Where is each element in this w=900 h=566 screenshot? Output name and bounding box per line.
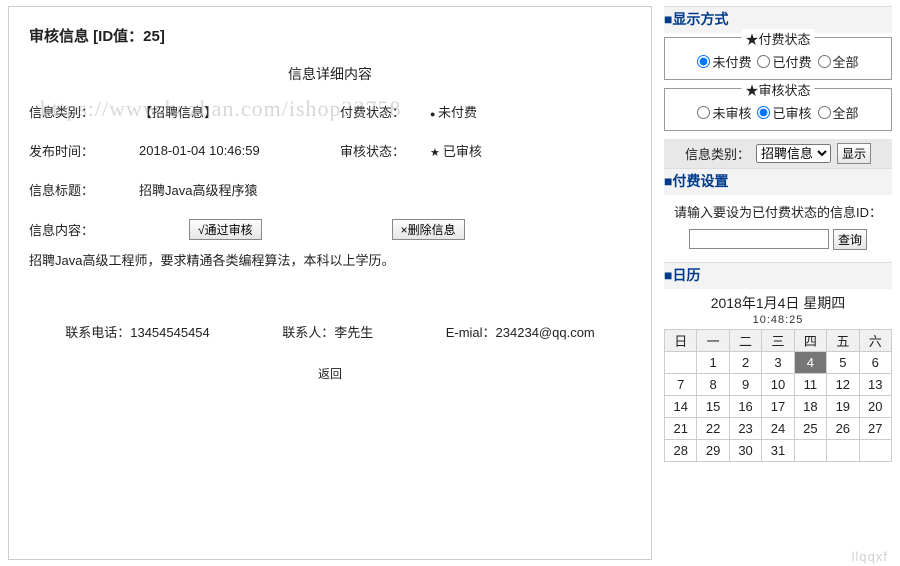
- value-paystatus: 未付费: [430, 102, 631, 121]
- label-paystatus: 付费状态：: [340, 102, 430, 121]
- label-content: 信息内容：: [29, 220, 139, 239]
- calendar-day[interactable]: 3: [762, 351, 794, 373]
- label-category: 信息类别：: [29, 102, 139, 121]
- weekday-header: 二: [729, 329, 761, 351]
- calendar-day[interactable]: [665, 351, 697, 373]
- calendar-day[interactable]: 29: [697, 439, 729, 461]
- calendar-day[interactable]: 9: [729, 373, 761, 395]
- calendar-day[interactable]: 23: [729, 417, 761, 439]
- calendar-day[interactable]: 22: [697, 417, 729, 439]
- pay-status-fieldset: ★付费状态 未付费 已付费 全部: [664, 37, 892, 80]
- contact-row: 联系电话：13454545454 联系人：李先生 E-mial：234234@q…: [29, 322, 631, 341]
- calendar-day[interactable]: 13: [859, 373, 891, 395]
- calendar-day[interactable]: 18: [794, 395, 826, 417]
- calendar-day[interactable]: 7: [665, 373, 697, 395]
- calendar-day[interactable]: 17: [762, 395, 794, 417]
- calendar-day[interactable]: 26: [827, 417, 859, 439]
- contact-person: 联系人：李先生: [282, 322, 373, 341]
- radio-audit-all[interactable]: 全部: [818, 103, 859, 122]
- radio-paid[interactable]: 已付费: [757, 52, 811, 71]
- calendar-time: 10:48:25: [664, 314, 892, 326]
- info-grid: 信息类别： 【招聘信息】 付费状态： 未付费 发布时间： 2018-01-04 …: [29, 102, 631, 240]
- radio-pay-all[interactable]: 全部: [818, 52, 859, 71]
- calendar-day[interactable]: 15: [697, 395, 729, 417]
- calendar-day[interactable]: 12: [827, 373, 859, 395]
- radio-unpaid[interactable]: 未付费: [697, 52, 751, 71]
- category-label: 信息类别：: [685, 144, 750, 163]
- calendar-head: ■日历: [664, 262, 892, 289]
- calendar-day[interactable]: 28: [665, 439, 697, 461]
- calendar-title: 2018年1月4日 星期四: [664, 293, 892, 313]
- delete-button[interactable]: ×删除信息: [392, 219, 465, 240]
- weekday-header: 日: [665, 329, 697, 351]
- calendar-table: 日一二三四五六 12345678910111213141516171819202…: [664, 329, 892, 462]
- content-text: 招聘Java高级工程师，要求精通各类编程算法，本科以上学历。: [29, 250, 631, 272]
- pay-desc: 请输入要设为已付费状态的信息ID：: [668, 203, 888, 223]
- calendar-day[interactable]: 14: [665, 395, 697, 417]
- label-auditstatus: 审核状态：: [340, 141, 430, 160]
- pay-id-input[interactable]: [689, 229, 829, 249]
- radio-audited[interactable]: 已审核: [757, 103, 811, 122]
- show-button[interactable]: 显示: [837, 143, 871, 164]
- calendar-day[interactable]: 1: [697, 351, 729, 373]
- section-header: 信息详细内容: [29, 64, 631, 84]
- calendar-day[interactable]: 31: [762, 439, 794, 461]
- contact-email: E-mial：234234@qq.com: [446, 322, 595, 341]
- calendar-day[interactable]: 25: [794, 417, 826, 439]
- weekday-header: 一: [697, 329, 729, 351]
- pay-legend: ★付费状态: [741, 29, 814, 48]
- approve-button[interactable]: √通过审核: [189, 219, 262, 240]
- page-title: 审核信息 [ID值：25]: [29, 25, 631, 46]
- calendar-day[interactable]: 2: [729, 351, 761, 373]
- category-select[interactable]: 招聘信息: [756, 144, 831, 163]
- calendar-day[interactable]: 8: [697, 373, 729, 395]
- contact-phone: 联系电话：13454545454: [65, 322, 210, 341]
- value-subject: 招聘Java高级程序猿: [139, 180, 340, 199]
- category-row: 信息类别： 招聘信息 显示: [664, 139, 892, 168]
- calendar-day[interactable]: 30: [729, 439, 761, 461]
- calendar-day[interactable]: 27: [859, 417, 891, 439]
- side-panel: ■显示方式 ★付费状态 未付费 已付费 全部 ★审核状态 未审核 已审核 全部 …: [664, 6, 892, 560]
- weekday-header: 三: [762, 329, 794, 351]
- calendar-day[interactable]: 4: [794, 351, 826, 373]
- value-pubtime: 2018-01-04 10:46:59: [139, 143, 340, 158]
- value-category: 【招聘信息】: [139, 102, 340, 121]
- label-pubtime: 发布时间：: [29, 141, 139, 160]
- calendar-day[interactable]: [794, 439, 826, 461]
- calendar-day[interactable]: [859, 439, 891, 461]
- calendar-day[interactable]: 19: [827, 395, 859, 417]
- calendar-day[interactable]: 11: [794, 373, 826, 395]
- weekday-header: 四: [794, 329, 826, 351]
- calendar-day[interactable]: 24: [762, 417, 794, 439]
- radio-unaudited[interactable]: 未审核: [697, 103, 751, 122]
- weekday-header: 五: [827, 329, 859, 351]
- calendar-day[interactable]: 21: [665, 417, 697, 439]
- paysetting-head: ■付费设置: [664, 168, 892, 195]
- label-subject: 信息标题：: [29, 180, 139, 199]
- query-button[interactable]: 查询: [833, 229, 867, 250]
- back-link[interactable]: 返回: [318, 367, 342, 381]
- value-auditstatus: 已审核: [430, 141, 631, 160]
- audit-legend: ★审核状态: [741, 80, 814, 99]
- calendar-day[interactable]: 10: [762, 373, 794, 395]
- calendar-day[interactable]: 6: [859, 351, 891, 373]
- audit-status-fieldset: ★审核状态 未审核 已审核 全部: [664, 88, 892, 131]
- calendar-day[interactable]: [827, 439, 859, 461]
- calendar-day[interactable]: 20: [859, 395, 891, 417]
- calendar-day[interactable]: 16: [729, 395, 761, 417]
- weekday-header: 六: [859, 329, 891, 351]
- calendar-day[interactable]: 5: [827, 351, 859, 373]
- main-panel: 审核信息 [ID值：25] 信息详细内容 信息类别： 【招聘信息】 付费状态： …: [8, 6, 652, 560]
